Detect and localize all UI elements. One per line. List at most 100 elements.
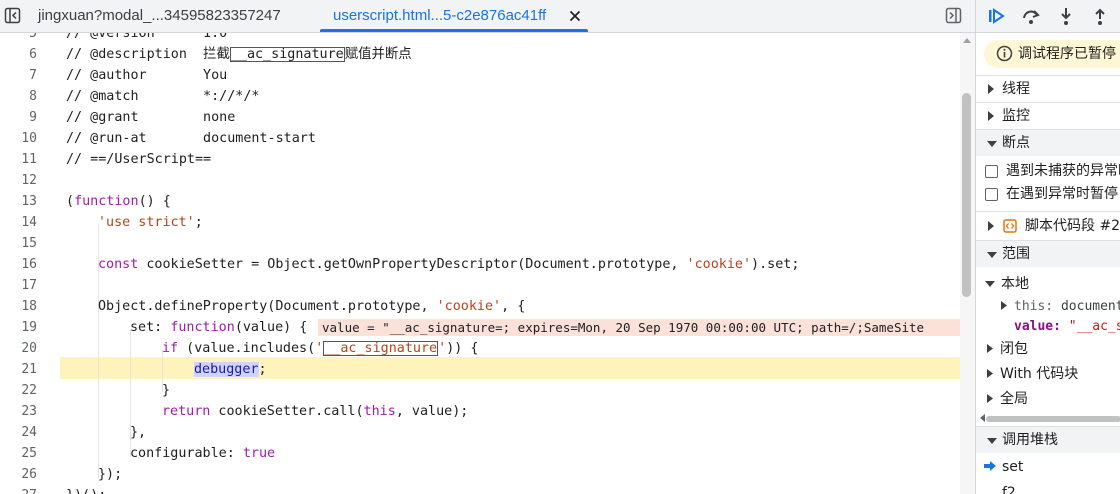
line-number: 7 — [29, 68, 37, 83]
step-into-icon[interactable] — [1056, 6, 1076, 26]
code-text: // ==/UserScript== — [66, 152, 212, 167]
line-number: 11 — [21, 152, 37, 167]
line-number: 5 — [29, 33, 37, 41]
code-text: } — [162, 383, 171, 398]
expand-arrow-icon — [987, 394, 993, 403]
expand-arrow-icon — [987, 369, 993, 378]
code-line: 9 // @grant none — [0, 107, 960, 128]
expand-arrow-icon — [987, 344, 993, 353]
section-scope[interactable]: 范围 — [976, 241, 1120, 267]
info-icon — [996, 45, 1013, 62]
code-text: // @grant none — [66, 110, 236, 125]
current-frame-arrow-icon — [984, 461, 996, 471]
code-text: (function() { — [66, 194, 171, 209]
line-number: 10 — [21, 131, 37, 146]
scope-closure[interactable]: 闭包 — [987, 339, 1028, 359]
section-call-stack[interactable]: 调用堆栈 — [976, 427, 1120, 453]
line-number: 8 — [29, 89, 37, 104]
debugger-sidebar: 调试程序已暂停 线程 监控 断点 遇到未捕获的异常时暂停 在遇到异常时暂停 脚本… — [975, 0, 1120, 494]
code-line: 14 'use strict'; — [0, 212, 960, 233]
scope-var-value[interactable]: value: "__ac_signature= — [1014, 317, 1120, 337]
editor-scroll-thumb[interactable] — [962, 93, 971, 297]
code-text: // @description 拦截__ac_signature赋值并断点 — [66, 47, 412, 62]
collapse-arrow-icon — [987, 438, 997, 444]
code-line: 16 const cookieSetter = Object.getOwnPro… — [0, 254, 960, 275]
paused-text: 调试程序已暂停 — [1018, 46, 1116, 62]
code-line: 25 configurable: true — [0, 443, 960, 464]
toggle-navigator-icon[interactable] — [4, 7, 21, 24]
code-line: 22 } — [0, 380, 960, 401]
line-number: 22 — [21, 383, 37, 398]
code-line: 26 }); — [0, 464, 960, 485]
scope-scroll-thumb[interactable] — [986, 416, 1120, 422]
scope-global[interactable]: 全局 — [987, 389, 1028, 409]
expand-arrow-icon — [1001, 301, 1007, 310]
close-tab-icon[interactable] — [566, 7, 584, 25]
pause-uncaught-checkbox[interactable] — [985, 165, 998, 178]
divider — [976, 211, 1120, 212]
inline-value-preview[interactable]: value = "__ac_signature=; expires=Mon, 2… — [318, 319, 960, 336]
scroll-up-arrow-icon[interactable] — [962, 36, 972, 44]
snippet-file-icon — [1003, 219, 1017, 233]
code-line: 15 — [0, 233, 960, 254]
checkbox-label: 在遇到异常时暂停 — [1006, 186, 1118, 202]
pause-caught-checkbox[interactable] — [985, 188, 998, 201]
editor-tab-bar: jingxuan?modal_...34595823357247 userscr… — [0, 0, 975, 33]
code-line: 11 // ==/UserScript== — [0, 149, 960, 170]
line-number: 23 — [21, 404, 37, 419]
code-line: 24 }, — [0, 422, 960, 443]
code-line: 23 return cookieSetter.call(this, value)… — [0, 401, 960, 422]
step-out-icon[interactable] — [1090, 6, 1110, 26]
tab-userscript[interactable]: userscript.html...5-c2e876ac41ff — [333, 0, 546, 32]
section-breakpoints[interactable]: 断点 — [976, 130, 1120, 156]
tab-jingxuan[interactable]: jingxuan?modal_...34595823357247 — [38, 0, 281, 32]
line-number: 16 — [21, 257, 37, 272]
line-number: 14 — [21, 215, 37, 230]
search-match: __ac_signature — [229, 47, 345, 62]
line-number: 26 — [21, 467, 37, 482]
code-line: 7 // @author You — [0, 65, 960, 86]
code-text: // @author You — [66, 68, 228, 83]
line-number: 19 — [21, 320, 37, 335]
line-number: 17 — [21, 278, 37, 293]
line-number: 24 — [21, 425, 37, 440]
line-number: 9 — [29, 110, 37, 125]
code-text: })(); — [66, 485, 106, 494]
call-frame-set[interactable]: set — [984, 457, 1023, 477]
code-text: // @version 1.0 — [66, 33, 228, 41]
code-line: 12 — [0, 170, 960, 191]
breakpoint-group-snippet[interactable]: 脚本代码段 #2 — [976, 213, 1120, 239]
toggle-debugger-icon[interactable] — [945, 7, 962, 24]
code-line-current: 21 debugger; — [0, 359, 960, 380]
code-editor[interactable]: 5 // @version 1.0 6 // @description 拦截__… — [0, 33, 960, 494]
active-tab-indicator — [320, 29, 588, 32]
code-text: return cookieSetter.call(this, value); — [162, 404, 469, 419]
code-line: 27 })(); — [0, 485, 960, 494]
collapse-arrow-icon — [987, 252, 997, 258]
code-line: 17 — [0, 275, 960, 296]
line-number: 21 — [21, 362, 37, 377]
code-text: // @match *://*/* — [66, 89, 260, 104]
code-line: 5 // @version 1.0 — [0, 33, 960, 44]
section-threads[interactable]: 线程 — [976, 76, 1120, 102]
collapse-arrow-icon — [987, 141, 997, 147]
line-number: 20 — [21, 341, 37, 356]
step-over-icon[interactable] — [1021, 6, 1041, 26]
line-number: 13 — [21, 194, 37, 209]
code-text: }, — [130, 425, 147, 440]
code-text: if (value.includes('__ac_signature')) { — [162, 341, 479, 356]
scope-with-block[interactable]: With 代码块 — [987, 364, 1078, 384]
scope-var-this[interactable]: this: document — [1001, 297, 1120, 317]
call-frame-next[interactable]: f2 — [1002, 483, 1016, 494]
checkbox-label: 遇到未捕获的异常时暂停 — [1006, 163, 1120, 179]
code-text: set: function(value) { — [130, 320, 308, 335]
section-label: 监控 — [1002, 108, 1030, 124]
resume-icon[interactable] — [986, 6, 1006, 26]
debugger-toolbar — [976, 0, 1120, 33]
scope-local[interactable]: 本地 — [985, 274, 1029, 294]
line-number: 15 — [21, 236, 37, 251]
code-line: 8 // @match *://*/* — [0, 86, 960, 107]
line-number: 18 — [21, 299, 37, 314]
code-line: 19 set: function(value) { value = "__ac_… — [0, 317, 960, 338]
section-watch[interactable]: 监控 — [976, 103, 1120, 129]
